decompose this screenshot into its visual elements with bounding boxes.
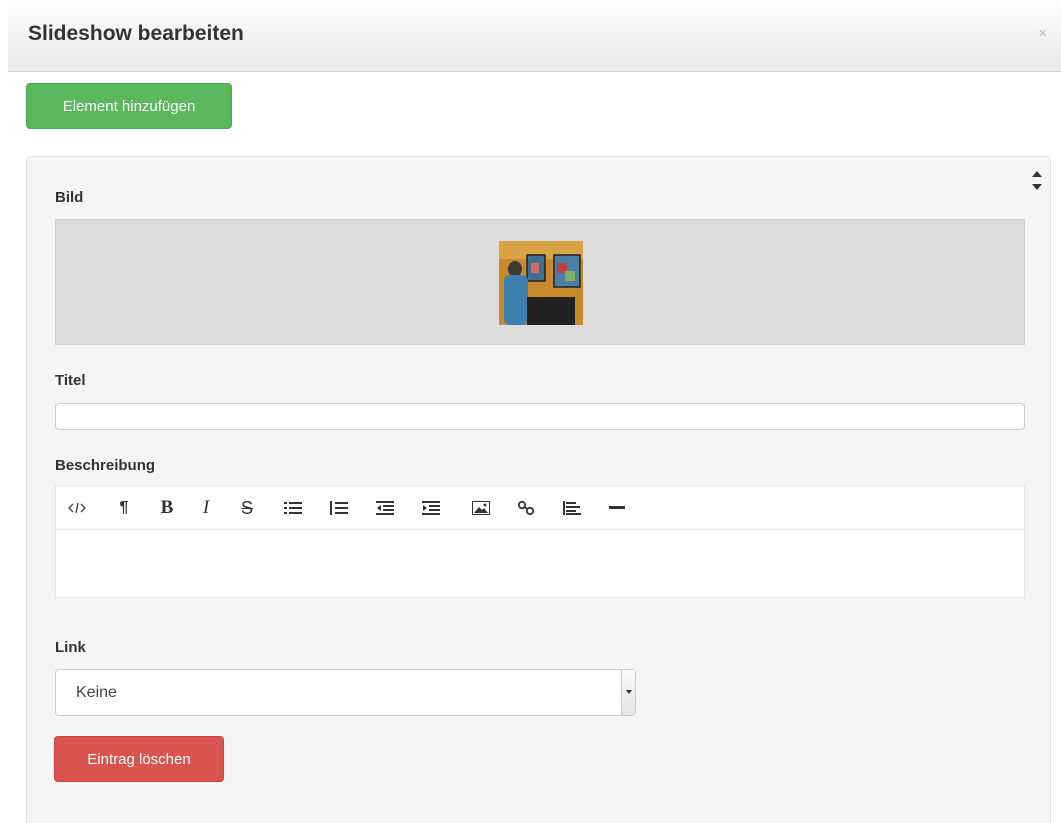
- image-icon[interactable]: [468, 496, 494, 520]
- title-label: Titel: [55, 372, 86, 389]
- image-label: Bild: [55, 189, 84, 206]
- modal-header: Slideshow bearbeiten ×: [8, 0, 1061, 72]
- modal-title: Slideshow bearbeiten: [28, 22, 244, 45]
- outdent-icon[interactable]: [372, 496, 398, 520]
- chevron-down-icon[interactable]: [621, 670, 635, 715]
- link-icon[interactable]: [513, 496, 539, 520]
- editor-toolbar: ¶ B I S: [56, 486, 1024, 530]
- strikethrough-icon[interactable]: S: [234, 496, 260, 520]
- image-dropzone[interactable]: [55, 219, 1025, 345]
- description-editor[interactable]: ¶ B I S: [55, 485, 1025, 598]
- slideshow-modal: Slideshow bearbeiten × Element hinzufüge…: [8, 0, 1061, 823]
- unordered-list-icon[interactable]: [280, 496, 306, 520]
- description-label: Beschreibung: [55, 457, 156, 474]
- delete-entry-button[interactable]: Eintrag löschen: [54, 736, 224, 782]
- close-icon[interactable]: ×: [1038, 25, 1047, 42]
- code-icon[interactable]: [64, 496, 90, 520]
- link-label: Link: [55, 639, 86, 656]
- italic-icon[interactable]: I: [193, 496, 219, 520]
- indent-icon[interactable]: [418, 496, 444, 520]
- sort-handle-icon[interactable]: [1032, 171, 1042, 195]
- slide-item-panel: Bild Titel Beschreibung ¶ B I S Link Kei…: [26, 156, 1051, 823]
- paragraph-icon[interactable]: ¶: [111, 496, 137, 520]
- slide-thumbnail[interactable]: [499, 241, 583, 325]
- link-select[interactable]: Keine: [55, 669, 636, 716]
- title-input[interactable]: [55, 403, 1025, 430]
- bold-icon[interactable]: B: [154, 496, 180, 520]
- align-icon[interactable]: [559, 496, 585, 520]
- add-element-button[interactable]: Element hinzufügen: [26, 83, 232, 129]
- link-selected-value: Keine: [76, 683, 117, 701]
- ordered-list-icon[interactable]: [326, 496, 352, 520]
- horizontal-rule-icon[interactable]: [604, 496, 630, 520]
